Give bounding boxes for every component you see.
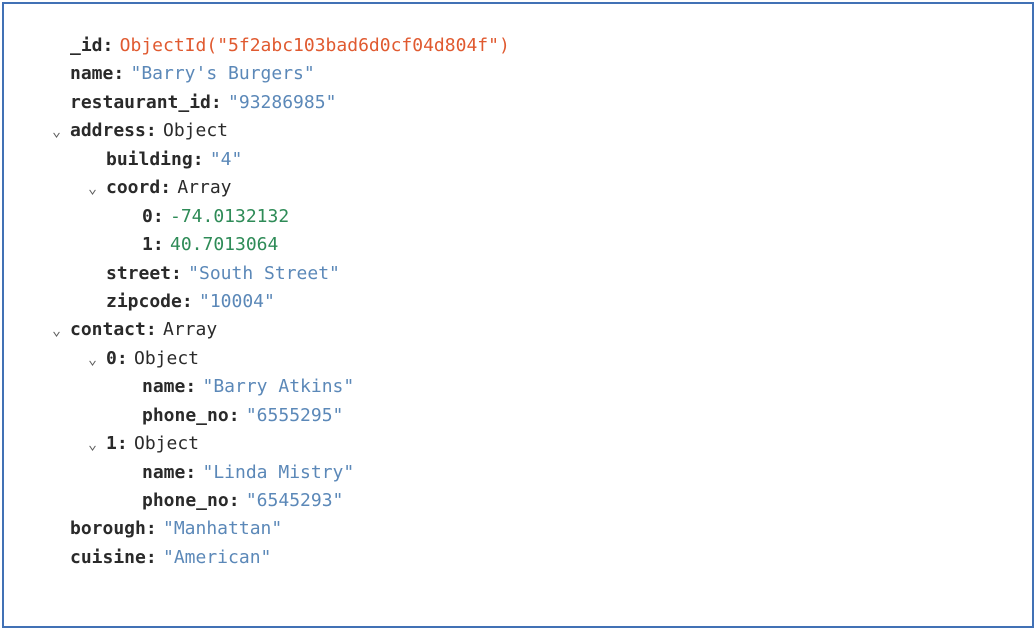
type-array: Array: [163, 316, 217, 344]
value-zipcode: "10004": [199, 288, 275, 316]
value-contact-0-phone: "6555295": [246, 402, 344, 430]
chevron-down-icon[interactable]: ⌄: [52, 319, 70, 343]
value-coord-1: 40.7013064: [170, 231, 278, 259]
field-borough: borough:"Manhattan": [34, 515, 1002, 543]
field-name: name:"Barry's Burgers": [34, 60, 1002, 88]
field-contact-1[interactable]: ⌄1:Object: [34, 430, 1002, 458]
value-restaurant-id: "93286985": [228, 89, 336, 117]
value-contact-0-name: "Barry Atkins": [203, 373, 355, 401]
type-object: Object: [163, 117, 228, 145]
key-contact: contact: [70, 316, 146, 344]
value-name: "Barry's Burgers": [131, 60, 315, 88]
value-coord-0: -74.0132132: [170, 203, 289, 231]
key-borough: borough: [70, 515, 146, 543]
key-contact-phone: phone_no: [142, 402, 229, 430]
type-array: Array: [177, 174, 231, 202]
field-cuisine: cuisine:"American": [34, 544, 1002, 572]
field-contact-0[interactable]: ⌄0:Object: [34, 345, 1002, 373]
field-coord-1: 1:40.7013064: [34, 231, 1002, 259]
key-cuisine: cuisine: [70, 544, 146, 572]
key-coord: coord: [106, 174, 160, 202]
key-index-0: 0: [142, 203, 153, 231]
key-zipcode: zipcode: [106, 288, 182, 316]
chevron-down-icon[interactable]: ⌄: [88, 348, 106, 372]
key-index-1: 1: [106, 430, 117, 458]
field-building: building:"4": [34, 146, 1002, 174]
key-building: building: [106, 146, 193, 174]
type-object: Object: [134, 345, 199, 373]
key-name: name: [70, 60, 113, 88]
key-id: _id: [70, 32, 103, 60]
chevron-down-icon[interactable]: ⌄: [52, 120, 70, 144]
value-cuisine: "American": [163, 544, 271, 572]
key-contact-name: name: [142, 373, 185, 401]
key-contact-name: name: [142, 459, 185, 487]
document-tree-viewer: _id:ObjectId("5f2abc103bad6d0cf04d804f")…: [2, 2, 1034, 628]
key-index-1: 1: [142, 231, 153, 259]
field-id: _id:ObjectId("5f2abc103bad6d0cf04d804f"): [34, 32, 1002, 60]
value-contact-1-name: "Linda Mistry": [203, 459, 355, 487]
field-contact[interactable]: ⌄contact:Array: [34, 316, 1002, 344]
field-zipcode: zipcode:"10004": [34, 288, 1002, 316]
field-contact-0-name: name:"Barry Atkins": [34, 373, 1002, 401]
field-coord[interactable]: ⌄coord:Array: [34, 174, 1002, 202]
value-building: "4": [210, 146, 243, 174]
key-contact-phone: phone_no: [142, 487, 229, 515]
field-address[interactable]: ⌄address:Object: [34, 117, 1002, 145]
key-restaurant-id: restaurant_id: [70, 89, 211, 117]
field-coord-0: 0:-74.0132132: [34, 203, 1002, 231]
type-object: Object: [134, 430, 199, 458]
field-contact-1-phone: phone_no:"6545293": [34, 487, 1002, 515]
field-contact-0-phone: phone_no:"6555295": [34, 402, 1002, 430]
value-objectid: ObjectId("5f2abc103bad6d0cf04d804f"): [120, 32, 510, 60]
key-address: address: [70, 117, 146, 145]
value-street: "South Street": [188, 260, 340, 288]
chevron-down-icon[interactable]: ⌄: [88, 177, 106, 201]
value-contact-1-phone: "6545293": [246, 487, 344, 515]
value-borough: "Manhattan": [163, 515, 282, 543]
key-street: street: [106, 260, 171, 288]
key-index-0: 0: [106, 345, 117, 373]
field-street: street:"South Street": [34, 260, 1002, 288]
field-contact-1-name: name:"Linda Mistry": [34, 459, 1002, 487]
chevron-down-icon[interactable]: ⌄: [88, 433, 106, 457]
field-restaurant-id: restaurant_id:"93286985": [34, 89, 1002, 117]
